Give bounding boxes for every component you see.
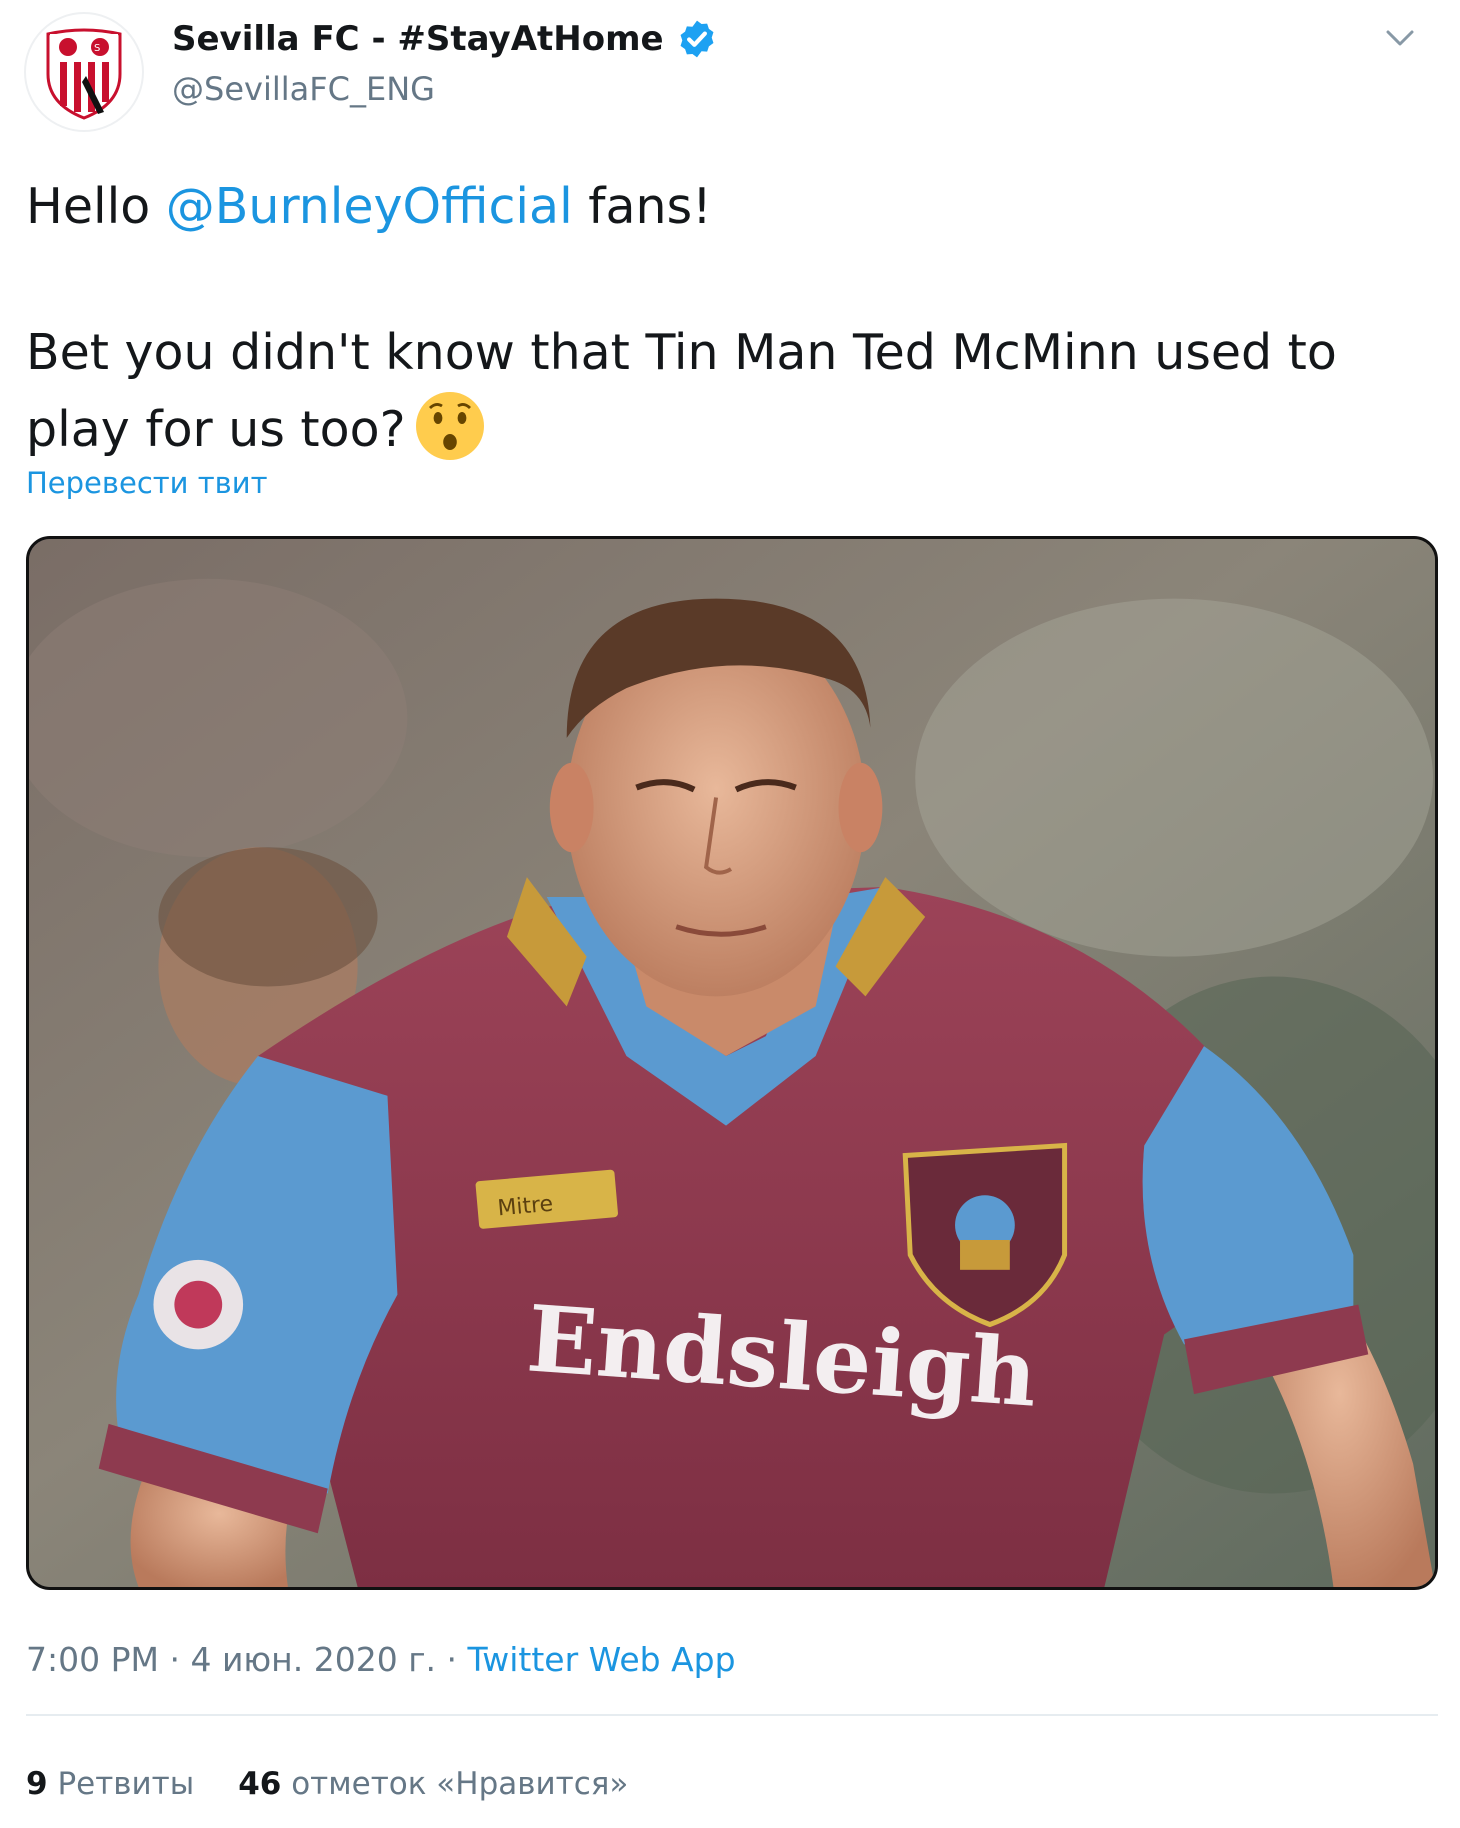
tweet-stats: 9 Ретвиты 46 отметок «Нравится» [26,1766,628,1802]
meta-separator-1: · [169,1640,180,1679]
tweet-date[interactable]: 4 июн. 2020 г. [190,1640,436,1679]
avatar[interactable]: S [24,12,144,132]
divider [26,1714,1438,1716]
mention-link[interactable]: @BurnleyOfficial [166,178,573,235]
tweet-card: S Sevilla FC - #StayAtHome @SevillaFC_EN… [0,0,1460,1828]
footballer-photo: Mitre Endsleigh [29,539,1435,1587]
likes-stat[interactable]: 46 отметок «Нравится» [238,1766,628,1802]
translate-tweet-link[interactable]: Перевести твит [26,466,267,500]
sleeve-brand-text: Mitre [497,1192,555,1222]
tweet-line-1: Hello @BurnleyOfficial fans! [26,170,1426,244]
chevron-down-icon[interactable] [1382,20,1418,56]
retweets-count: 9 [26,1766,48,1802]
author-name[interactable]: Sevilla FC - #StayAtHome [172,18,718,60]
author-name-text: Sevilla FC - #StayAtHome [172,19,664,59]
author-handle[interactable]: @SevillaFC_ENG [172,70,435,108]
tweet-line-3: play for us too? [26,390,1426,467]
sevilla-crest-icon: S [46,28,122,120]
tweet-photo[interactable]: Mitre Endsleigh [26,536,1438,1590]
likes-label: отметок «Нравится» [291,1766,629,1802]
likes-count: 46 [238,1766,282,1802]
hushed-face-emoji-icon [415,392,484,460]
tweet-meta: 7:00 PM · 4 июн. 2020 г. · Twitter Web A… [26,1640,736,1679]
tweet-line-3-text: play for us too? [26,401,406,458]
retweets-stat[interactable]: 9 Ретвиты [26,1766,194,1802]
verified-badge-icon [680,20,714,58]
tweet-line-1-suffix: fans! [572,178,712,235]
tweet-line-2: Bet you didn't know that Tin Man Ted McM… [26,324,1337,381]
svg-text:S: S [94,43,100,54]
retweets-label: Ретвиты [57,1766,195,1802]
tweet-line-1-prefix: Hello [26,178,166,235]
tweet-time[interactable]: 7:00 PM [26,1640,159,1679]
tweet-text: Hello @BurnleyOfficial fans! Bet you did… [26,170,1426,467]
tweet-source-link[interactable]: Twitter Web App [468,1640,736,1679]
meta-separator-2: · [446,1640,458,1679]
